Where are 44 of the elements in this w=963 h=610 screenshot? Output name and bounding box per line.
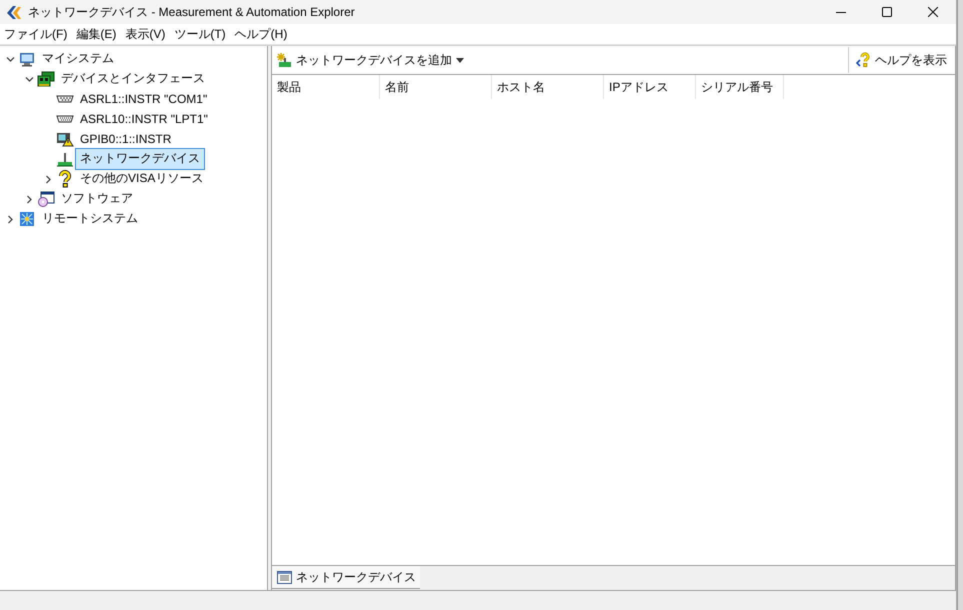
tree-item[interactable]: リモートシステム — [37, 208, 143, 230]
serial-port-icon — [56, 94, 74, 104]
tree-item[interactable]: ASRL10::INSTR "LPT1" — [75, 110, 213, 128]
chevron-down-icon[interactable] — [6, 54, 14, 64]
tree-item[interactable]: マイシステム — [37, 48, 119, 70]
tree-item[interactable]: ソフトウェア — [56, 188, 138, 210]
instrument-warning-icon — [56, 131, 74, 147]
question-mark-icon — [58, 170, 72, 188]
add-network-device-button[interactable]: ネットワークデバイスを追加 — [272, 48, 468, 72]
add-device-icon — [276, 52, 292, 68]
show-help-button[interactable]: ヘルプを表示 — [848, 47, 955, 73]
circuit-board-icon — [36, 71, 54, 87]
column-header[interactable]: ホスト名 — [492, 75, 604, 99]
tree-item[interactable]: デバイスとインタフェース — [56, 68, 210, 90]
column-header[interactable]: IPアドレス — [604, 75, 696, 99]
monitor-icon — [18, 51, 34, 67]
parallel-port-icon — [56, 114, 74, 124]
software-window-icon — [36, 191, 54, 207]
window-title: ネットワークデバイス - Measurement & Automation Explorer — [28, 4, 356, 20]
menu-item[interactable]: ヘルプ(H) — [230, 26, 292, 42]
chevron-right-icon[interactable] — [24, 194, 34, 204]
help-icon — [855, 52, 871, 68]
chevron-down-icon[interactable] — [24, 74, 34, 84]
column-header[interactable]: シリアル番号 — [696, 75, 784, 99]
column-header[interactable]: 名前 — [380, 75, 492, 99]
tree-item[interactable]: その他のVISAリソース — [75, 168, 208, 190]
view-tab[interactable]: ネットワークデバイス — [272, 566, 420, 589]
chevron-right-icon[interactable] — [44, 174, 52, 184]
column-header[interactable]: 製品 — [272, 75, 380, 99]
tree-item[interactable]: ネットワークデバイス — [75, 148, 205, 170]
menu-item[interactable]: ツール(T) — [170, 26, 231, 42]
app-logo-icon — [6, 4, 22, 20]
menu-item[interactable]: 編集(E) — [72, 26, 122, 42]
network-grid-icon — [18, 211, 34, 227]
tree-item[interactable]: GPIB0::1::INSTR — [75, 130, 176, 148]
dropdown-caret-icon — [456, 58, 464, 62]
maximize-icon — [882, 7, 892, 17]
chevron-right-icon[interactable] — [6, 214, 14, 224]
close-icon — [928, 7, 938, 17]
network-device-icon — [56, 151, 74, 167]
tree-item[interactable]: ASRL1::INSTR "COM1" — [75, 90, 212, 108]
list-view-icon — [277, 570, 292, 584]
menu-item[interactable]: 表示(V) — [121, 26, 170, 42]
menu-item[interactable]: ファイル(F) — [0, 26, 72, 42]
